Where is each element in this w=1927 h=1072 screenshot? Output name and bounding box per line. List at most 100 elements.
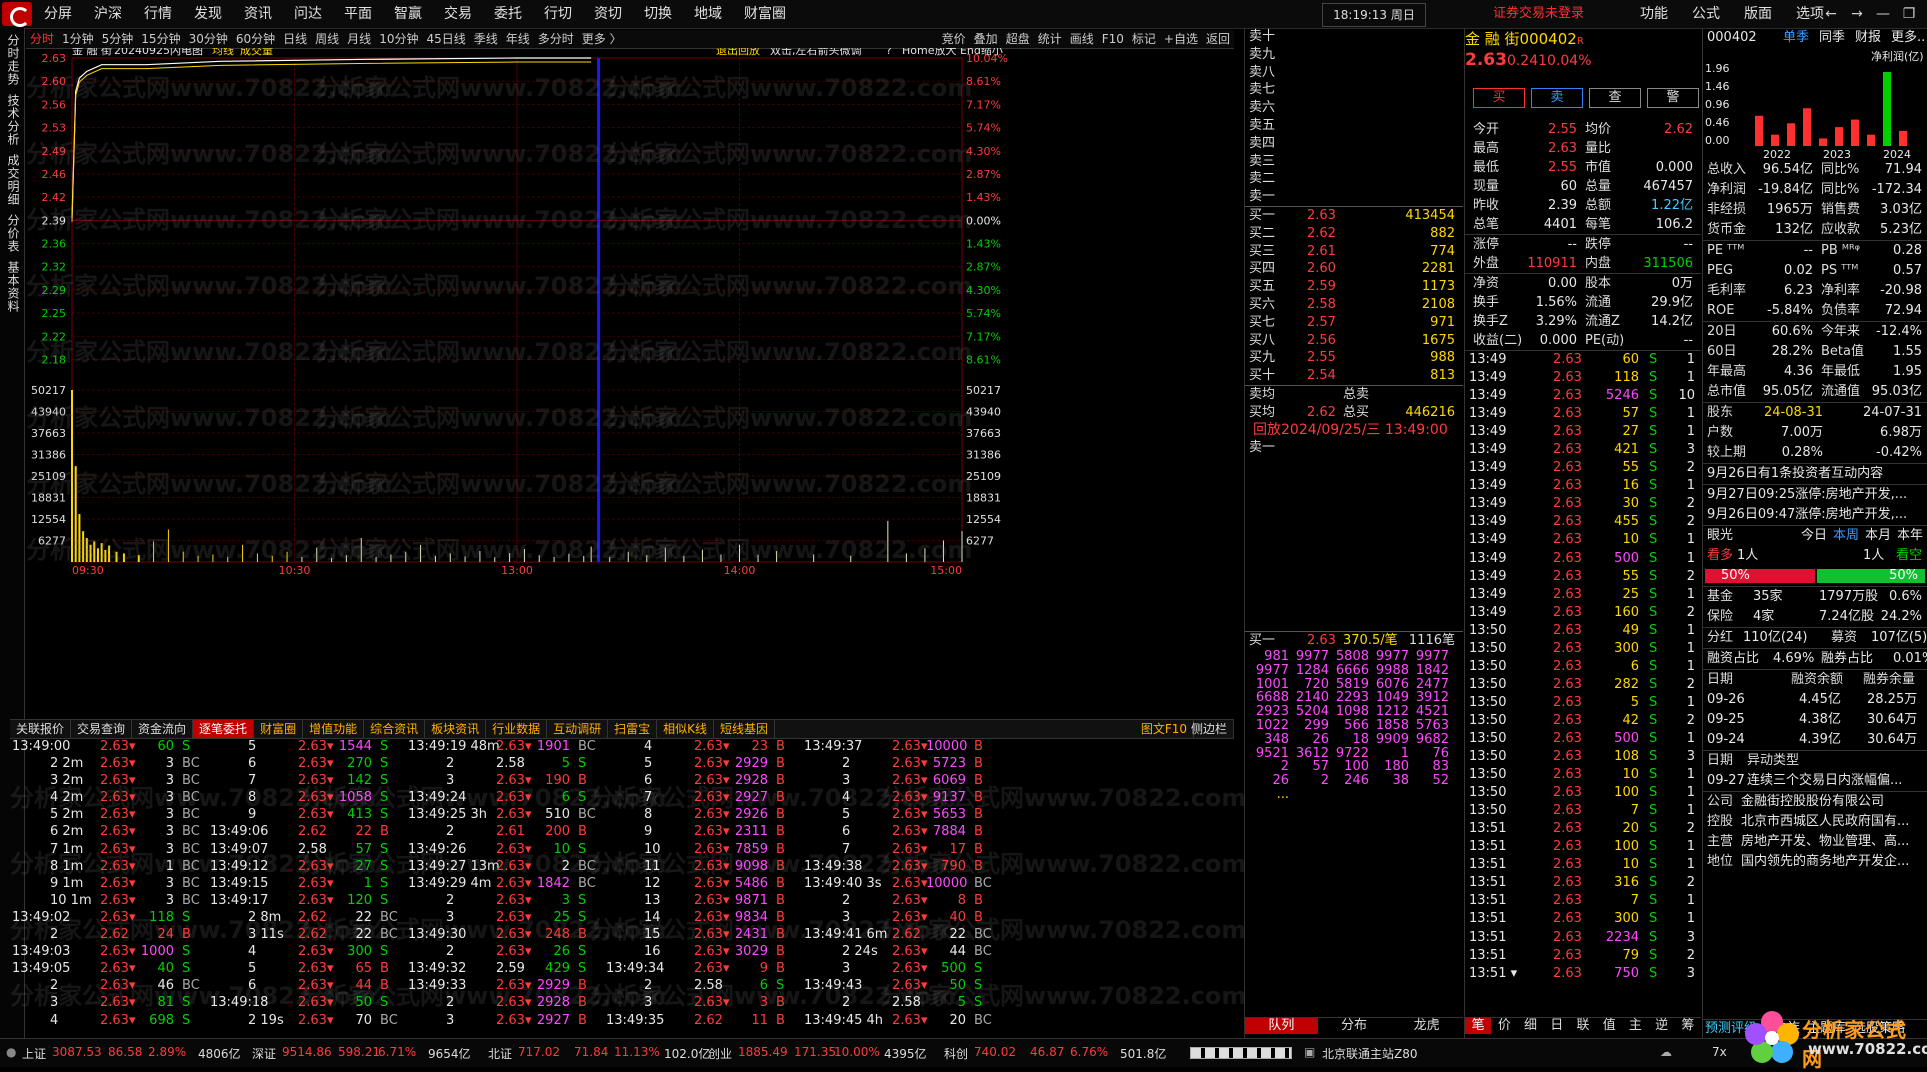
deal-tab-2[interactable]: 细: [1517, 1018, 1543, 1034]
bottom-tab-3[interactable]: 逐笔委托: [193, 720, 255, 738]
menu-item-10[interactable]: 行切: [544, 0, 572, 28]
menu-item-13[interactable]: 地域: [694, 0, 722, 28]
buy-button[interactable]: 买: [1473, 88, 1525, 108]
ask-level-row[interactable]: 卖九: [1245, 46, 1463, 64]
period-tab-7[interactable]: 周线: [315, 30, 339, 48]
ask-level-row[interactable]: 卖十: [1245, 28, 1463, 46]
chart-tool-3[interactable]: 统计: [1038, 30, 1062, 48]
bull-bear-bar[interactable]: 50% 50%: [1703, 566, 1927, 586]
period-tab-6[interactable]: 日线: [283, 30, 307, 48]
right-menu-item-1[interactable]: 公式: [1692, 0, 1720, 28]
left-tab-4[interactable]: 基本资料: [5, 261, 22, 313]
help-icon[interactable]: ?: [886, 44, 892, 57]
bid-level-row[interactable]: 买五 2.59 1173: [1245, 278, 1463, 296]
book-tab-1[interactable]: 分布: [1318, 1018, 1391, 1034]
eye-tab-0[interactable]: 今日: [1801, 526, 1827, 546]
deal-tab-1[interactable]: 价: [1491, 1018, 1517, 1034]
bottom-tab-9[interactable]: 互动调研: [547, 720, 609, 738]
period-tab-0[interactable]: 分时: [30, 30, 54, 48]
menu-item-7[interactable]: 智赢: [394, 0, 422, 28]
menu-item-0[interactable]: 分屏: [44, 0, 72, 28]
trade-login-status[interactable]: 证券交易未登录: [1493, 0, 1584, 28]
fin-tab-3[interactable]: 更多..: [1891, 28, 1925, 48]
server-station[interactable]: 北京联通主站Z80: [1322, 1045, 1418, 1062]
eye-tab-1[interactable]: 本周: [1833, 526, 1859, 546]
bottom-tab-6[interactable]: 综合资讯: [364, 720, 426, 738]
period-tab-3[interactable]: 15分钟: [141, 30, 180, 48]
bid-level-row[interactable]: 买八 2.56 1675: [1245, 332, 1463, 350]
back-arrow-icon[interactable]: ←: [1818, 0, 1844, 28]
ask-level-row[interactable]: 卖一: [1245, 188, 1463, 206]
left-tab-2[interactable]: 成交明细: [5, 154, 22, 206]
menu-item-8[interactable]: 交易: [444, 0, 472, 28]
app-logo-icon[interactable]: [2, 2, 32, 27]
chart-tool-6[interactable]: 标记: [1132, 30, 1156, 48]
bottom-tab-1[interactable]: 交易查询: [71, 720, 133, 738]
left-tab-0[interactable]: 分时走势: [5, 34, 22, 86]
ask-level-row[interactable]: 卖七: [1245, 81, 1463, 99]
right-menu-item-0[interactable]: 功能: [1640, 0, 1668, 28]
chart-tool-1[interactable]: 叠加: [974, 30, 998, 48]
period-tab-2[interactable]: 5分钟: [102, 30, 134, 48]
fin-tab-0[interactable]: 单季: [1783, 28, 1809, 48]
restore-icon[interactable]: ❐: [1896, 0, 1922, 28]
bottom-tab-14[interactable]: 侧边栏: [1185, 720, 1234, 738]
period-tab-9[interactable]: 10分钟: [379, 30, 418, 48]
bid-level-row[interactable]: 买六 2.58 2108: [1245, 296, 1463, 314]
chart-tool-5[interactable]: F10: [1102, 30, 1124, 48]
bottom-tab-11[interactable]: 相似K线: [657, 720, 715, 738]
bottom-tab-4[interactable]: 财富圈: [254, 720, 304, 738]
menu-item-4[interactable]: 资讯: [244, 0, 272, 28]
bottom-tab-2[interactable]: 资金流向: [132, 720, 194, 738]
alert-button[interactable]: 警: [1647, 88, 1699, 108]
news-item[interactable]: 9月27日09:25涨停:房地产开发,...: [1703, 485, 1927, 505]
book-tab-2[interactable]: 龙虎: [1390, 1018, 1463, 1034]
bottom-tab-12[interactable]: 短线基因: [714, 720, 776, 738]
menu-item-3[interactable]: 发现: [194, 0, 222, 28]
deal-tab-7[interactable]: 逆: [1649, 1018, 1675, 1034]
period-tab-1[interactable]: 1分钟: [62, 30, 94, 48]
bid-level-row[interactable]: 买二 2.62 882: [1245, 225, 1463, 243]
menu-item-9[interactable]: 委托: [494, 0, 522, 28]
chart-tool-8[interactable]: 返回: [1206, 30, 1230, 48]
ask-level-row[interactable]: 卖八: [1245, 64, 1463, 82]
menu-item-11[interactable]: 资切: [594, 0, 622, 28]
deal-tab-4[interactable]: 联: [1570, 1018, 1596, 1034]
query-button[interactable]: 查: [1589, 88, 1641, 108]
eye-tab-3[interactable]: 本年: [1897, 526, 1923, 546]
fin-tab-1[interactable]: 同季: [1819, 28, 1845, 48]
menu-item-14[interactable]: 财富圈: [744, 0, 786, 28]
abnormal-row[interactable]: 09-27 连续三个交易日内涨幅偏...: [1703, 771, 1927, 791]
news-item[interactable]: 9月26日有1条投资者互动内容: [1703, 464, 1927, 484]
minimize-icon[interactable]: —: [1870, 0, 1896, 28]
period-tab-14[interactable]: 更多 〉: [582, 30, 622, 48]
fin-tab-2[interactable]: 财报: [1855, 28, 1881, 48]
book-tab-0[interactable]: 队列: [1245, 1018, 1318, 1034]
left-tab-3[interactable]: 分价表: [5, 214, 22, 253]
menu-item-6[interactable]: 平面: [344, 0, 372, 28]
close-icon[interactable]: ✕: [1922, 0, 1927, 28]
bid-level-row[interactable]: 买七 2.57 971: [1245, 314, 1463, 332]
menu-item-5[interactable]: 问达: [294, 0, 322, 28]
menu-item-2[interactable]: 行情: [144, 0, 172, 28]
chart-tool-2[interactable]: 超盘: [1006, 30, 1030, 48]
ask-level-row[interactable]: 卖五: [1245, 117, 1463, 135]
chart-tool-0[interactable]: 竞价: [942, 30, 966, 48]
right-menu-item-2[interactable]: 版面: [1744, 0, 1772, 28]
chart-tool-7[interactable]: +自选: [1164, 30, 1198, 48]
deal-tab-3[interactable]: 日: [1544, 1018, 1570, 1034]
bid-level-row[interactable]: 买四 2.60 2281: [1245, 260, 1463, 278]
period-tab-4[interactable]: 30分钟: [189, 30, 228, 48]
period-tab-5[interactable]: 60分钟: [236, 30, 275, 48]
ask-level-row[interactable]: 卖四: [1245, 135, 1463, 153]
exit-replay-link[interactable]: 退出回放: [716, 43, 760, 57]
period-tab-13[interactable]: 多分时: [538, 30, 574, 48]
cloud-icon[interactable]: ☁: [1660, 1045, 1672, 1059]
ask-level-row[interactable]: 卖二: [1245, 170, 1463, 188]
bid-level-row[interactable]: 买一 2.63 413454: [1245, 207, 1463, 225]
eye-tab-2[interactable]: 本月: [1865, 526, 1891, 546]
bottom-tab-0[interactable]: 关联报价: [10, 720, 72, 738]
period-tab-12[interactable]: 年线: [506, 30, 530, 48]
menu-item-12[interactable]: 切换: [644, 0, 672, 28]
sell-button[interactable]: 卖: [1531, 88, 1583, 108]
